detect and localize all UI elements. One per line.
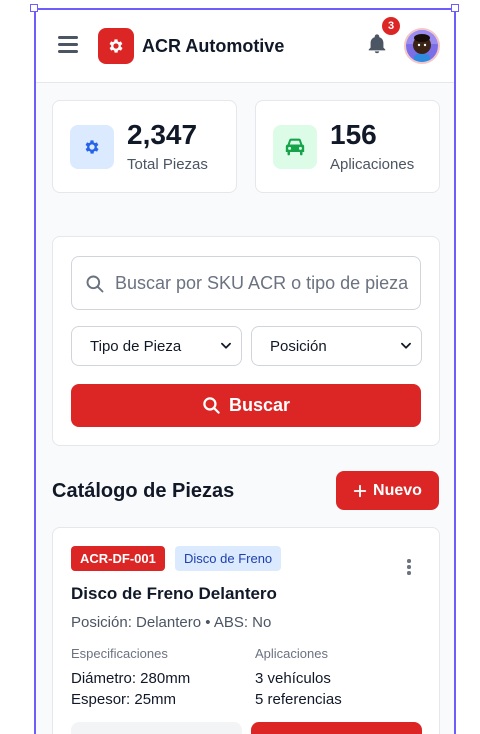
plus-icon <box>353 484 367 497</box>
stat-card-total-parts: 2,347 Total Piezas <box>52 100 237 193</box>
bell-icon <box>368 34 386 54</box>
sku-badge: ACR-DF-001 <box>71 546 165 571</box>
stat-icon-bg <box>273 125 317 169</box>
mobile-frame: ACR Automotive 3 2,347 Total Piezas 156 … <box>34 8 456 734</box>
stat-card-applications: 156 Aplicaciones <box>255 100 440 193</box>
logo <box>98 28 134 64</box>
notification-badge: 3 <box>382 17 400 35</box>
application-line: 5 referencias <box>255 691 342 708</box>
brand-name: ACR Automotive <box>142 36 285 56</box>
application-line: 3 vehículos <box>255 670 331 687</box>
chevron-down-icon <box>401 342 411 349</box>
stat-icon-bg <box>70 125 114 169</box>
search-button[interactable]: Buscar <box>71 384 421 427</box>
avatar-image <box>406 30 438 62</box>
stat-label: Aplicaciones <box>330 156 415 173</box>
new-part-button-label: Nuevo <box>373 481 422 499</box>
hamburger-menu-button[interactable] <box>58 36 78 54</box>
search-button-label: Buscar <box>228 395 291 415</box>
stat-label: Total Piezas <box>127 156 208 173</box>
catalog-title: Catálogo de Piezas <box>52 480 235 502</box>
position-select-value: Posición <box>270 337 327 355</box>
specs-heading: Especificaciones <box>71 646 168 661</box>
search-icon <box>86 275 104 293</box>
search-input[interactable] <box>115 257 415 309</box>
part-card[interactable]: ACR-DF-001 Disco de Freno Disco de Freno… <box>52 527 440 734</box>
spec-line: Espesor: 25mm <box>71 691 177 708</box>
more-options-icon[interactable] <box>403 559 415 577</box>
search-field[interactable] <box>71 256 421 310</box>
new-part-button[interactable]: Nuevo <box>336 471 439 510</box>
selection-handle-top-right[interactable] <box>451 4 459 12</box>
applications-heading: Aplicaciones <box>255 646 328 661</box>
car-icon <box>285 138 305 156</box>
secondary-action-button[interactable] <box>71 722 242 734</box>
part-name: Disco de Freno Delantero <box>71 584 277 603</box>
user-avatar[interactable] <box>404 28 440 64</box>
stat-value: 156 <box>330 119 377 150</box>
spec-line: Diámetro: 280mm <box>71 670 191 687</box>
search-icon <box>203 397 220 414</box>
part-type-select-value: Tipo de Pieza <box>90 337 182 355</box>
gear-icon <box>85 140 99 154</box>
position-select[interactable]: Posición <box>251 326 422 366</box>
part-meta: Posición: Delantero • ABS: No <box>71 614 272 631</box>
stat-value: 2,347 <box>127 119 198 150</box>
primary-action-button[interactable] <box>251 722 422 734</box>
part-type-badge: Disco de Freno <box>175 546 282 571</box>
search-panel: Tipo de Pieza Posición Buscar <box>52 236 440 446</box>
gear-icon <box>109 39 123 53</box>
notifications-button[interactable] <box>366 33 390 57</box>
selection-handle-top-left[interactable] <box>30 4 38 12</box>
app-header: ACR Automotive 3 <box>36 10 454 83</box>
part-type-select[interactable]: Tipo de Pieza <box>71 326 242 366</box>
chevron-down-icon <box>221 342 231 349</box>
